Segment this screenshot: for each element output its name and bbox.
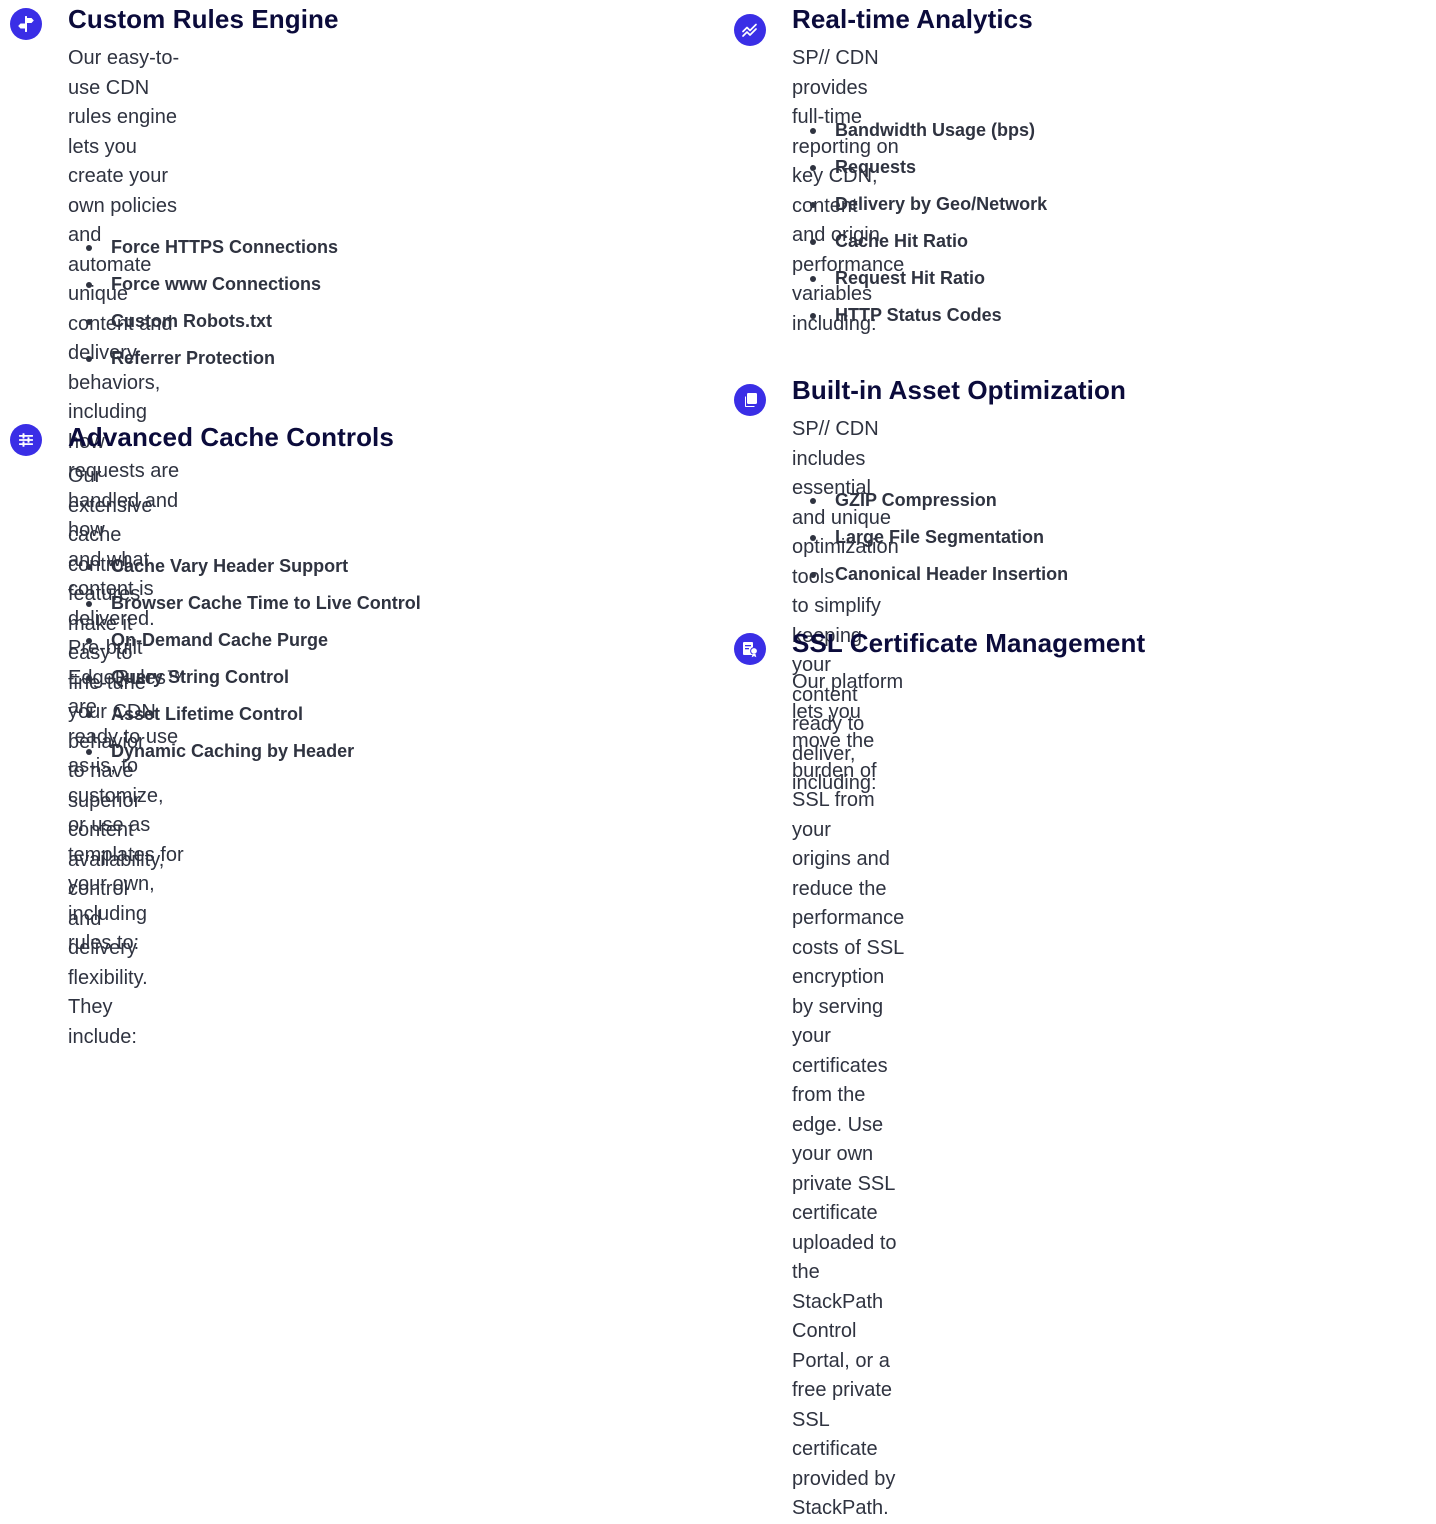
list-item: Requests — [792, 149, 1047, 186]
feature-list: Force HTTPS Connections Force www Connec… — [68, 229, 338, 377]
description-line: availability, control and delivery flexi… — [68, 848, 165, 1048]
description-line: Our easy-to-use CDN rules engine lets yo… — [68, 47, 180, 187]
list-item: Cache Vary Header Support — [68, 548, 421, 585]
feature-description: Our platform lets you move the burden of… — [792, 668, 904, 1524]
list-item: Delivery by Geo/Network — [792, 186, 1047, 223]
list-item: Custom Robots.txt — [68, 303, 338, 340]
list-item: GZIP Compression — [792, 482, 1068, 519]
list-item: Query String Control — [68, 659, 421, 696]
feature-title: Custom Rules Engine — [68, 4, 339, 34]
certificate-icon — [734, 633, 766, 665]
list-item: Request Hit Ratio — [792, 260, 1047, 297]
list-item: Bandwidth Usage (bps) — [792, 112, 1047, 149]
list-item: Browser Cache Time to Live Control — [68, 585, 421, 622]
list-item: Asset Lifetime Control — [68, 696, 421, 733]
list-item: On-Demand Cache Purge — [68, 622, 421, 659]
sliders-icon — [10, 424, 42, 456]
feature-title: Advanced Cache Controls — [68, 422, 394, 452]
description-line: private SSL certificate uploaded to the … — [792, 1172, 897, 1343]
feature-list: Cache Vary Header Support Browser Cache … — [68, 548, 421, 770]
description-line: origins and reduce the performance costs… — [792, 848, 905, 988]
list-item: Large File Segmentation — [792, 519, 1068, 556]
feature-title: SSL Certificate Management — [792, 628, 1146, 658]
feature-list: GZIP Compression Large File Segmentation… — [792, 482, 1068, 593]
list-item: Force HTTPS Connections — [68, 229, 338, 266]
feature-title: Real-time Analytics — [792, 4, 1033, 34]
feature-title: Built-in Asset Optimization — [792, 375, 1126, 405]
list-item: Canonical Header Insertion — [792, 556, 1068, 593]
description-line: by serving your certificates from the ed… — [792, 995, 888, 1166]
list-item: Dynamic Caching by Header — [68, 733, 421, 770]
list-item: Force www Connections — [68, 266, 338, 303]
list-item: HTTP Status Codes — [792, 297, 1047, 334]
analytics-chart-icon — [734, 14, 766, 46]
list-item: Cache Hit Ratio — [792, 223, 1047, 260]
feature-list: Bandwidth Usage (bps) Requests Delivery … — [792, 112, 1047, 334]
stacked-pages-icon — [734, 384, 766, 416]
signpost-icon — [10, 8, 42, 40]
list-item: Referrer Protection — [68, 340, 338, 377]
description-line: Our platform lets you move the burden of… — [792, 671, 904, 841]
description-line: Portal, or a free private SSL certificat… — [792, 1349, 896, 1520]
